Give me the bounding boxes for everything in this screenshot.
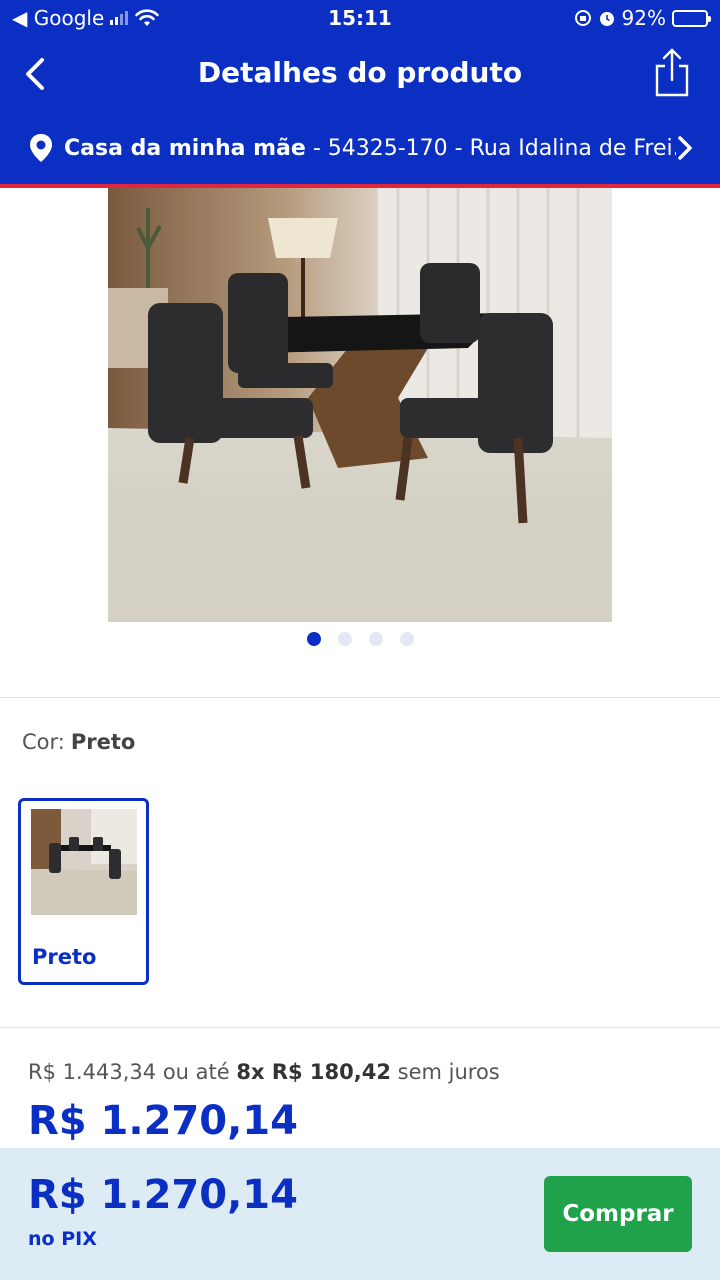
share-icon[interactable]: [652, 48, 692, 98]
original-price-text: R$ 1.443,34 ou até: [28, 1060, 237, 1084]
dining-set-illustration: [108, 188, 612, 622]
address-text: Casa da minha mãe - 54325-170 - Rua Idal…: [64, 136, 676, 161]
color-option-label: Preto: [32, 945, 97, 969]
address-label: Casa da minha mãe: [64, 135, 306, 161]
color-label-text: Cor:: [22, 730, 65, 754]
purchase-footer: R$ 1.270,14 no PIX Comprar: [0, 1148, 720, 1280]
app-header: Detalhes do produto: [0, 38, 720, 112]
pagination-dot[interactable]: [306, 632, 321, 646]
pix-price: R$ 1.270,14: [28, 1172, 298, 1218]
pagination-dot[interactable]: [337, 632, 352, 646]
alarm-icon: [599, 12, 614, 26]
buy-button[interactable]: Comprar: [544, 1176, 692, 1252]
pix-label: no PIX: [28, 1228, 97, 1250]
installment-suffix: sem juros: [390, 1060, 500, 1084]
pagination-dot[interactable]: [399, 632, 414, 646]
installment-info: R$ 1.443,34 ou até 8x R$ 180,42 sem juro…: [28, 1060, 500, 1084]
battery-percent: 92%: [621, 6, 666, 30]
status-bar: ◀ Google 15:11 92%: [0, 0, 720, 38]
section-divider: [0, 697, 720, 698]
page-title: Detalhes do produto: [197, 56, 523, 89]
address-details: - 54325-170 - Rua Idalina de Frei...: [305, 135, 676, 161]
product-price: R$ 1.270,14: [28, 1098, 298, 1144]
color-selected-value: Preto: [70, 730, 136, 754]
orientation-lock-icon: [574, 10, 591, 26]
color-option-thumbnail: [31, 809, 137, 915]
location-pin-icon: [30, 134, 52, 162]
pagination-dot[interactable]: [368, 632, 383, 646]
delivery-address-bar[interactable]: Casa da minha mãe - 54325-170 - Rua Idal…: [0, 112, 720, 184]
installment-count: 8x R$ 180,42: [236, 1060, 391, 1084]
color-selector-label: Cor: Preto: [22, 730, 135, 754]
chevron-right-icon: [678, 136, 692, 160]
image-pagination[interactable]: [0, 632, 720, 646]
section-divider: [0, 1027, 720, 1028]
status-right: 92%: [574, 6, 711, 30]
battery-icon: [672, 9, 711, 27]
color-option-preto[interactable]: Preto: [18, 798, 149, 985]
product-image[interactable]: [108, 188, 612, 622]
